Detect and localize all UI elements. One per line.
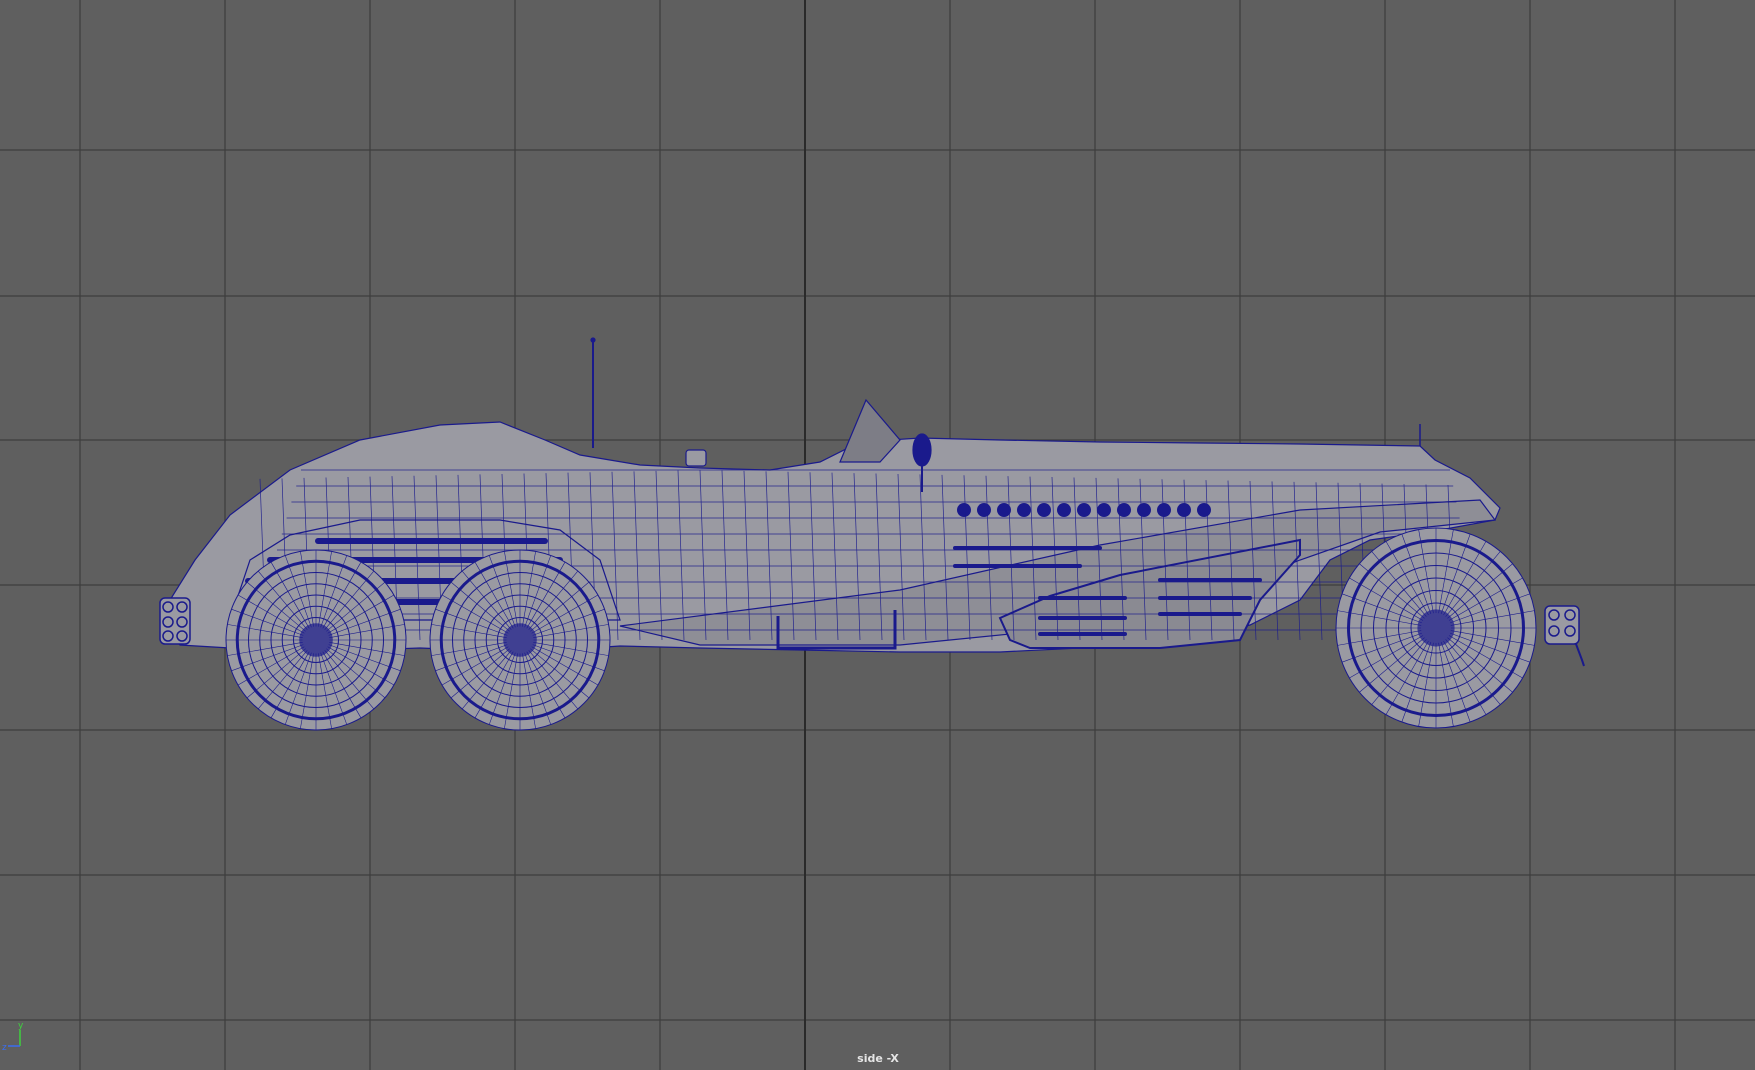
gizmo-z-label: z [2,1043,7,1053]
axis-gizmo: y z [2,1021,24,1053]
wheel [225,549,407,731]
rear-lights [1544,605,1585,667]
wheel [1335,527,1537,729]
front-lights [159,597,191,645]
camera-label: side -X [857,1052,899,1065]
fuel-cap [685,449,707,467]
side-viewport[interactable]: y z side -X [0,0,1755,1070]
side-mirror [912,433,932,467]
wheel [429,549,611,731]
viewport-canvas[interactable]: y z [0,0,1755,1070]
gizmo-y-label: y [18,1021,24,1031]
car-model[interactable] [159,337,1585,731]
